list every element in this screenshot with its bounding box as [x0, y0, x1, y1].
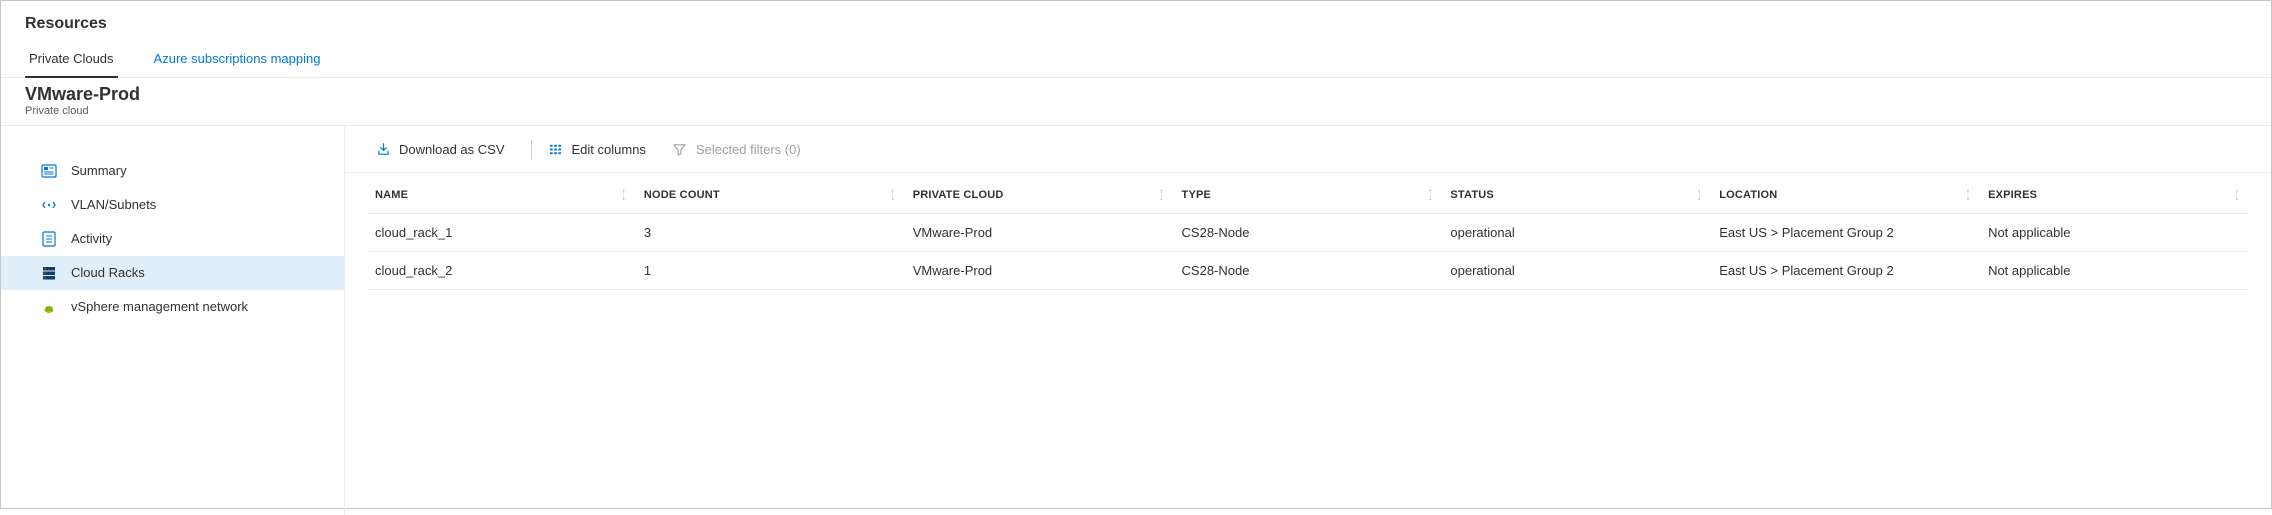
- edit-columns-label: Edit columns: [572, 142, 646, 157]
- col-header-label: STATUS: [1450, 189, 1494, 201]
- download-icon: [375, 142, 391, 158]
- edit-columns-button[interactable]: Edit columns: [540, 140, 664, 160]
- sidebar-item-label: Activity: [71, 231, 112, 246]
- sort-icon: ↑↓: [1159, 189, 1163, 201]
- vlan-icon: [41, 197, 57, 213]
- tabs-bar: Private Clouds Azure subscriptions mappi…: [1, 43, 2271, 78]
- sidebar-item-activity[interactable]: Activity: [1, 222, 344, 256]
- tab-private-clouds[interactable]: Private Clouds: [25, 43, 118, 78]
- sidebar-item-label: Cloud Racks: [71, 265, 145, 280]
- cell-status: operational: [1442, 213, 1711, 251]
- col-header-status[interactable]: STATUS ↑↓: [1442, 177, 1711, 214]
- vsphere-icon: [41, 299, 57, 315]
- content-area: Download as CSV Edit columns Selected fi…: [345, 126, 2271, 515]
- resource-title: VMware-Prod: [25, 84, 2247, 106]
- summary-icon: [41, 163, 57, 179]
- col-header-label: NAME: [375, 189, 408, 201]
- selected-filters-label: Selected filters (0): [696, 142, 801, 157]
- cell-location: East US > Placement Group 2: [1711, 213, 1980, 251]
- sidebar-item-cloud-racks[interactable]: Cloud Racks: [1, 256, 344, 290]
- sidebar-item-label: vSphere management network: [71, 299, 248, 314]
- col-header-node-count[interactable]: NODE COUNT ↑↓: [636, 177, 905, 214]
- sort-icon: ↑↓: [890, 189, 894, 201]
- sort-icon: ↑↓: [622, 189, 626, 201]
- filter-icon: [672, 142, 688, 158]
- columns-icon: [548, 142, 564, 158]
- table-row[interactable]: cloud_rack_1 3 VMware-Prod CS28-Node ope…: [367, 213, 2249, 251]
- col-header-label: LOCATION: [1719, 189, 1777, 201]
- cell-type: CS28-Node: [1174, 213, 1443, 251]
- cell-type: CS28-Node: [1174, 251, 1443, 289]
- page-title: Resources: [1, 1, 2271, 43]
- table-header-row: NAME ↑↓ NODE COUNT ↑↓ PRIVATE CLOUD ↑↓ T…: [367, 177, 2249, 214]
- col-header-private-cloud[interactable]: PRIVATE CLOUD ↑↓: [905, 177, 1174, 214]
- tab-azure-subscriptions[interactable]: Azure subscriptions mapping: [150, 43, 325, 78]
- racks-table: NAME ↑↓ NODE COUNT ↑↓ PRIVATE CLOUD ↑↓ T…: [367, 177, 2249, 290]
- cell-expires: Not applicable: [1980, 251, 2249, 289]
- toolbar-separator: [531, 140, 532, 160]
- col-header-label: PRIVATE CLOUD: [913, 189, 1004, 201]
- sort-icon: ↑↓: [2235, 189, 2239, 201]
- resource-subtitle: Private cloud: [25, 105, 2247, 117]
- cell-status: operational: [1442, 251, 1711, 289]
- download-csv-label: Download as CSV: [399, 142, 505, 157]
- cell-name: cloud_rack_2: [367, 251, 636, 289]
- cell-private-cloud: VMware-Prod: [905, 213, 1174, 251]
- cell-node-count: 1: [636, 251, 905, 289]
- sidebar-item-label: Summary: [71, 163, 127, 178]
- cell-private-cloud: VMware-Prod: [905, 251, 1174, 289]
- sort-icon: ↑↓: [1966, 189, 1970, 201]
- toolbar: Download as CSV Edit columns Selected fi…: [345, 126, 2271, 173]
- table-row[interactable]: cloud_rack_2 1 VMware-Prod CS28-Node ope…: [367, 251, 2249, 289]
- col-header-label: EXPIRES: [1988, 189, 2037, 201]
- sort-icon: ↑↓: [1428, 189, 1432, 201]
- cell-expires: Not applicable: [1980, 213, 2249, 251]
- sidebar-item-vsphere[interactable]: vSphere management network: [1, 290, 344, 324]
- cell-location: East US > Placement Group 2: [1711, 251, 1980, 289]
- col-header-label: NODE COUNT: [644, 189, 720, 201]
- col-header-label: TYPE: [1182, 189, 1212, 201]
- col-header-expires[interactable]: EXPIRES ↑↓: [1980, 177, 2249, 214]
- sidebar: Summary VLAN/Subnets Activity Cloud Rack…: [1, 126, 345, 515]
- col-header-name[interactable]: NAME ↑↓: [367, 177, 636, 214]
- cell-node-count: 3: [636, 213, 905, 251]
- download-csv-button[interactable]: Download as CSV: [367, 140, 523, 160]
- rack-icon: [41, 265, 57, 281]
- activity-icon: [41, 231, 57, 247]
- col-header-location[interactable]: LOCATION ↑↓: [1711, 177, 1980, 214]
- sidebar-item-label: VLAN/Subnets: [71, 197, 156, 212]
- col-header-type[interactable]: TYPE ↑↓: [1174, 177, 1443, 214]
- sidebar-item-summary[interactable]: Summary: [1, 154, 344, 188]
- resource-header: VMware-Prod Private cloud: [1, 78, 2271, 126]
- selected-filters-button[interactable]: Selected filters (0): [664, 140, 819, 160]
- sort-icon: ↑↓: [1697, 189, 1701, 201]
- sidebar-item-vlan[interactable]: VLAN/Subnets: [1, 188, 344, 222]
- cell-name: cloud_rack_1: [367, 213, 636, 251]
